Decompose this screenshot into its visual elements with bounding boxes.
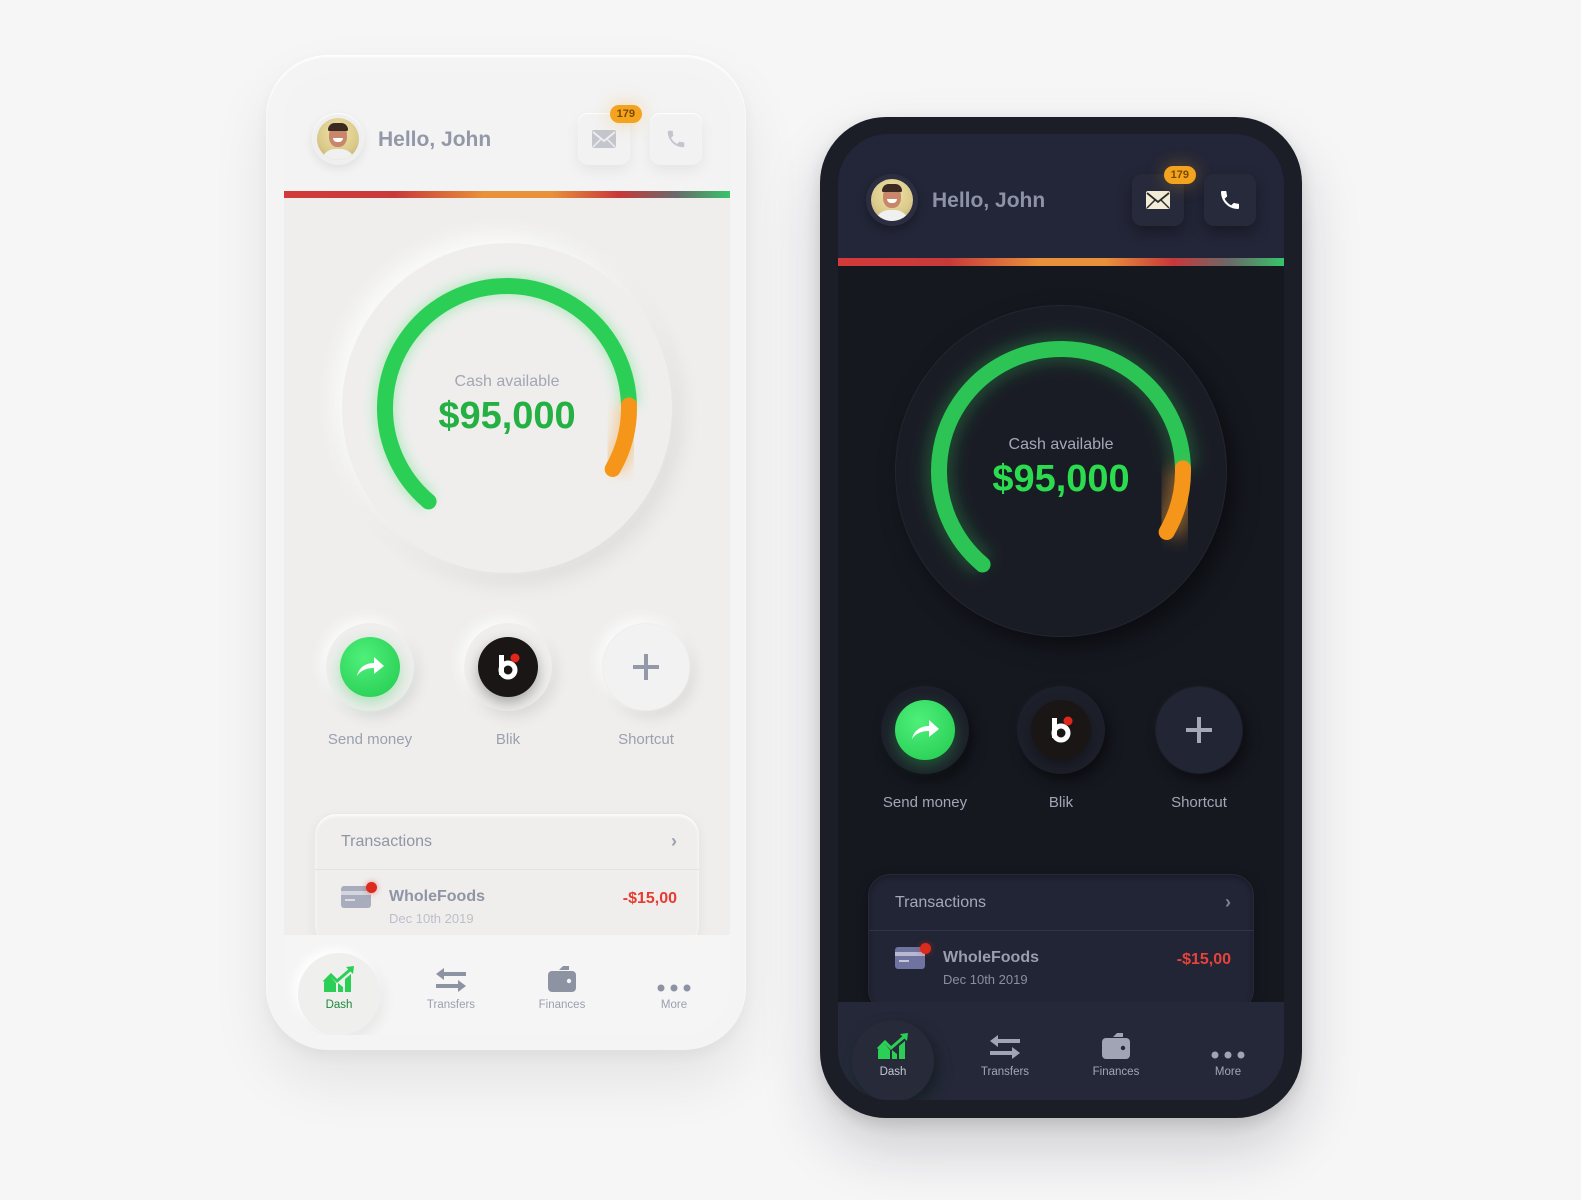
transfer-arrows-icon: [990, 1035, 1020, 1059]
add-shortcut-button[interactable]: Shortcut: [1144, 686, 1254, 811]
nav-label: Dash: [879, 1066, 907, 1078]
greeting: Hello, John: [378, 128, 492, 151]
messages-button[interactable]: 179: [578, 105, 642, 165]
transaction-date: Dec 10th 2019: [943, 972, 1028, 987]
chart-trend-icon: [876, 1033, 908, 1059]
transactions-header[interactable]: Transactions ›: [315, 814, 699, 870]
shortcuts: Send money Blik Shortcut: [838, 686, 1284, 826]
transaction-merchant: WholeFoods: [943, 949, 1039, 966]
plus-icon: [1186, 717, 1212, 743]
envelope-icon: [592, 130, 616, 148]
avatar[interactable]: [312, 113, 364, 165]
send-money-button[interactable]: Send money: [315, 623, 425, 748]
wallet-icon: [548, 966, 576, 992]
shortcut-label: Send money: [882, 794, 968, 811]
nav-label: Finances: [1092, 1066, 1140, 1078]
transactions-card: Transactions › WholeFoods Dec 10th 2019 …: [314, 813, 700, 948]
transactions-title: Transactions: [895, 893, 986, 911]
nav-dash[interactable]: Dash: [298, 953, 380, 1035]
send-money-button[interactable]: Send money: [870, 686, 980, 811]
envelope-icon: [1146, 191, 1170, 209]
share-arrow-icon: [357, 657, 384, 676]
chart-trend-icon: [322, 966, 354, 992]
plus-icon: [633, 654, 659, 680]
nav-label: Finances: [538, 999, 586, 1011]
status-gradient-bar: [838, 258, 1284, 266]
shortcut-label: Blik: [1048, 794, 1074, 811]
avatar-photo: [317, 118, 359, 160]
call-button[interactable]: [1204, 174, 1256, 226]
balance-label: Cash available: [1008, 436, 1114, 453]
bottom-nav: Dash Transfers Finances More: [284, 935, 730, 1035]
cash-gauge: Cash available $95,000: [896, 306, 1226, 636]
nav-transfers[interactable]: Transfers: [410, 953, 492, 1035]
chevron-right-icon: ›: [671, 831, 677, 851]
phone-dark-theme: Hello, John 179 Cash available $95,000 S…: [820, 117, 1302, 1118]
shortcut-label: Blik: [495, 731, 521, 748]
nav-label: Transfers: [980, 1066, 1030, 1078]
nav-label: Transfers: [426, 999, 476, 1011]
dashboard-main: Cash available $95,000 Send money Blik S…: [284, 198, 730, 948]
phone-icon: [667, 130, 685, 148]
transactions-card: Transactions › WholeFoods Dec 10th 2019 …: [868, 874, 1254, 1012]
blik-logo-icon: [498, 653, 520, 680]
bottom-nav: Dash Transfers Finances More: [838, 1002, 1284, 1100]
dashboard-main: Cash available $95,000 Send money Blik S…: [838, 266, 1284, 1012]
nav-finances[interactable]: Finances: [1075, 1020, 1157, 1100]
nav-label: Dash: [325, 999, 353, 1011]
more-dots-icon: [657, 984, 691, 992]
balance-value: $95,000: [992, 458, 1130, 500]
blik-button[interactable]: Blik: [453, 623, 563, 748]
cash-gauge: Cash available $95,000: [342, 243, 672, 573]
message-count-badge: 179: [609, 105, 642, 123]
transactions-header[interactable]: Transactions ›: [869, 875, 1253, 931]
messages-button[interactable]: 179: [1132, 166, 1196, 226]
transaction-amount: -$15,00: [1176, 951, 1231, 968]
nav-more[interactable]: More: [633, 953, 715, 1035]
screen: Hello, John 179 Cash available $95,000 S…: [284, 73, 730, 1035]
notification-dot: [920, 943, 931, 954]
phone-icon: [1221, 191, 1239, 209]
balance-label: Cash available: [454, 373, 560, 390]
nav-more[interactable]: More: [1187, 1020, 1269, 1100]
chevron-right-icon: ›: [1225, 892, 1231, 912]
shortcut-label: Shortcut: [618, 731, 674, 748]
phone-light-theme: Hello, John 179 Cash available $95,000 S…: [266, 55, 746, 1050]
shortcut-label: Shortcut: [1171, 794, 1227, 811]
transaction-merchant: WholeFoods: [389, 888, 485, 905]
gauge-arc-available: [931, 341, 1191, 573]
nav-finances[interactable]: Finances: [521, 953, 603, 1035]
more-dots-icon: [1211, 1051, 1245, 1059]
wallet-icon: [1102, 1033, 1130, 1059]
shortcut-label: Send money: [327, 731, 413, 748]
status-gradient-bar: [284, 191, 730, 198]
screen: Hello, John 179 Cash available $95,000 S…: [838, 134, 1284, 1100]
transfer-arrows-icon: [436, 968, 466, 992]
blik-logo-icon: [1051, 716, 1073, 743]
balance-value: $95,000: [438, 395, 576, 437]
gauge-arc-available: [377, 278, 637, 510]
nav-dash[interactable]: Dash: [852, 1020, 934, 1100]
transaction-amount: -$15,00: [622, 890, 677, 907]
transaction-date: Dec 10th 2019: [389, 911, 474, 926]
transactions-title: Transactions: [341, 832, 432, 850]
greeting: Hello, John: [932, 189, 1046, 212]
nav-transfers[interactable]: Transfers: [964, 1020, 1046, 1100]
nav-label: More: [1214, 1066, 1242, 1078]
message-count-badge: 179: [1163, 166, 1196, 184]
avatar[interactable]: [866, 174, 918, 226]
avatar-photo: [871, 179, 913, 221]
nav-label: More: [660, 999, 688, 1011]
shortcuts: Send money Blik Shortcut: [284, 623, 730, 763]
transaction-row[interactable]: WholeFoods Dec 10th 2019 -$15,00: [869, 931, 1253, 1009]
add-shortcut-button[interactable]: Shortcut: [591, 623, 701, 748]
blik-button[interactable]: Blik: [1006, 686, 1116, 811]
app-header: Hello, John 179: [838, 134, 1284, 266]
app-header: Hello, John 179: [284, 73, 730, 198]
share-arrow-icon: [912, 720, 939, 739]
notification-dot: [366, 882, 377, 893]
call-button[interactable]: [650, 113, 702, 165]
